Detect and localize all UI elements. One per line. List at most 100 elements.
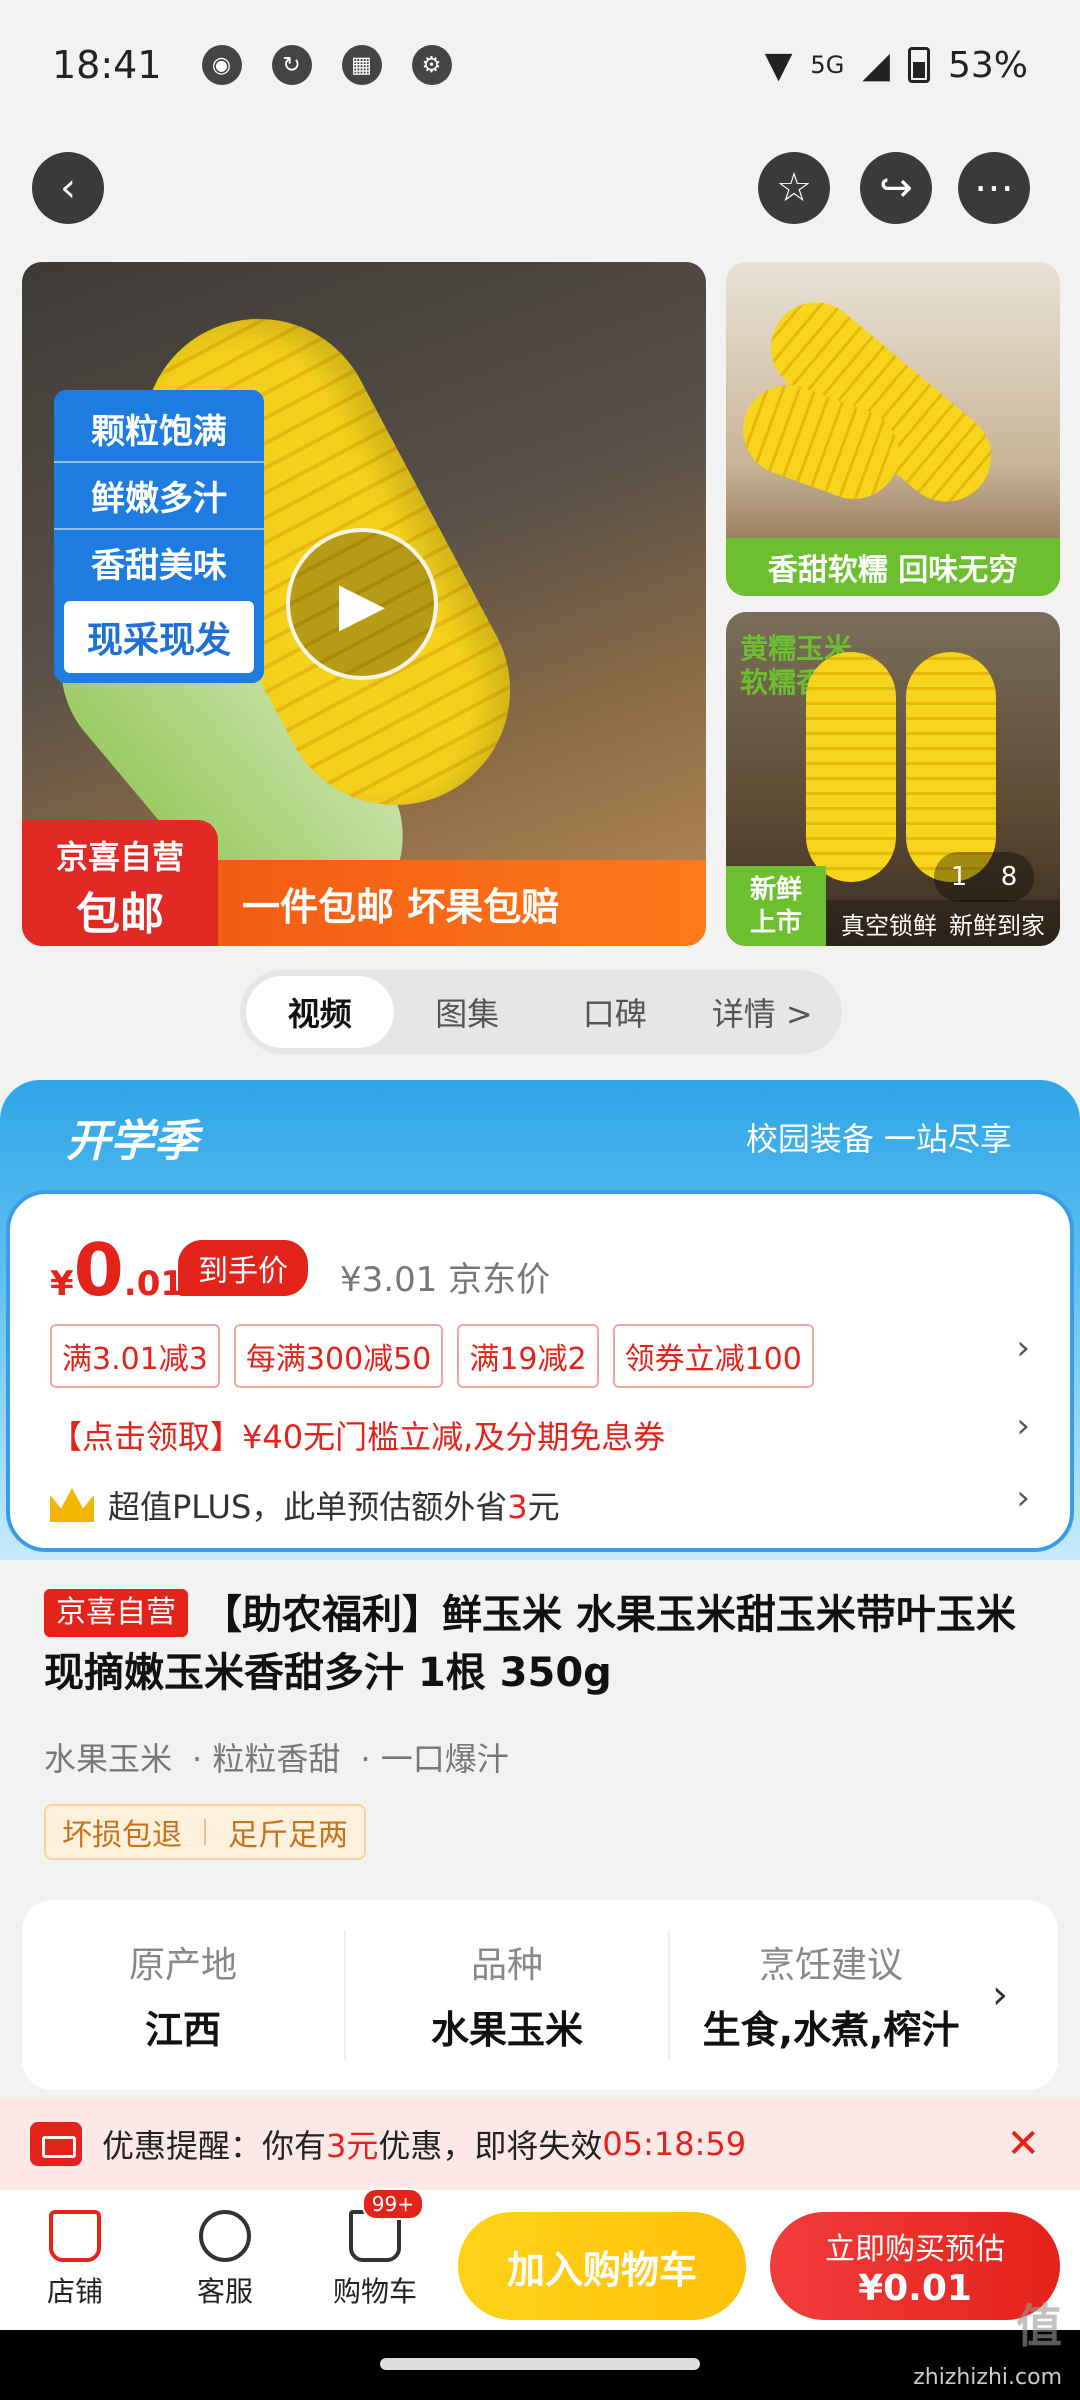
network-label: 5G [810, 51, 845, 79]
season-subtitle[interactable]: 校园装备 一站尽享 [746, 1114, 1012, 1160]
corn-graphic [806, 652, 896, 882]
chevron-right-icon[interactable]: › [1016, 1406, 1030, 1446]
price-decimal: .01 [123, 1264, 185, 1304]
promo-banner: 一件包邮 坏果包赔 [218, 860, 706, 946]
play-button[interactable]: ▶ [286, 528, 438, 680]
star-icon: ☆ [776, 165, 812, 211]
spec-value: 江西 [144, 2008, 221, 2053]
cart-button[interactable]: 99+ 购物车 [300, 2188, 450, 2310]
add-to-cart-button[interactable]: 加入购物车 [458, 2212, 746, 2320]
plus-amount: 3 [507, 1488, 528, 1526]
main-product-video[interactable]: 颗粒饱满 鲜嫩多汁 香甜美味 现采现发 ▶ 京喜自营 包邮 一件包邮 坏果包赔 [22, 262, 706, 946]
feature-item-text: 一口爆汁 [380, 1740, 509, 1778]
thumbnail-caption: 香甜软糯 回味无穷 [726, 538, 1060, 596]
currency-symbol: ¥ [50, 1264, 74, 1304]
watermark-logo: 值 [1016, 2299, 1062, 2353]
back-button[interactable]: ‹ [32, 152, 104, 224]
settings-icon: ⚙ [411, 45, 452, 85]
reminder-countdown: 05:18:59 [602, 2125, 747, 2163]
service-tag: 足斤足两 [228, 1818, 348, 1853]
corn-graphic [906, 652, 996, 882]
service-tags[interactable]: 坏损包退 足斤足两 [44, 1804, 366, 1860]
calendar-icon: ▦ [341, 45, 382, 85]
chevron-right-icon[interactable]: › [1016, 1328, 1030, 1368]
thumbnail-caption-text: 真空锁鲜 [841, 911, 937, 940]
discount-reminder[interactable]: 优惠提醒：你有 3元 优惠，即将失效 05:18:59 ✕ [0, 2098, 1080, 2190]
spec-value: 生食,水煮,榨汁 [702, 2008, 960, 2053]
spec-label: 烹饪建议 [758, 1944, 903, 1986]
customer-service-button[interactable]: 客服 [150, 2210, 300, 2310]
battery-icon [907, 47, 930, 83]
plus-text: 元 [527, 1488, 560, 1526]
more-button[interactable]: ⋯ [958, 152, 1030, 224]
spec-label: 品种 [470, 1944, 543, 1986]
tab-reviews[interactable]: 口碑 [541, 976, 689, 1048]
coupon-icon [30, 2122, 82, 2166]
feature-item: · 一口爆汁 [360, 1740, 509, 1778]
coupon-tag[interactable]: 满3.01减3 [50, 1324, 220, 1388]
thumbnail-caption-text: 新鲜到家 [949, 911, 1045, 940]
status-time: 18:41 [52, 43, 162, 87]
plus-savings-text: 超值PLUS，此单预估额外省3元 [108, 1482, 560, 1528]
close-icon[interactable]: ✕ [1006, 2121, 1040, 2167]
plus-savings-row[interactable]: 超值PLUS，此单预估额外省3元 [50, 1482, 560, 1528]
free-shipping-text: 包邮 [76, 889, 164, 940]
feature-tag: 鲜嫩多汁 [54, 463, 264, 530]
new-arrival-text: 上市 [749, 907, 802, 938]
coupon-row[interactable]: 满3.01减3 每满300减50 满19减2 领券立减100 [50, 1324, 814, 1388]
more-icon: ⋯ [974, 165, 1014, 211]
spec-value: 水果玉米 [430, 2008, 583, 2053]
wifi-icon: ▼ [764, 44, 793, 86]
self-operated-badge: 京喜自营 [44, 1589, 188, 1637]
status-bar: 18:41 ◉ ↻ ▦ ⚙ ▼ 5G ◢ 53% [0, 0, 1080, 130]
play-icon: ▶ [338, 569, 386, 639]
thumbnail-caption: 真空锁鲜 新鲜到家 [826, 900, 1060, 946]
tab-gallery[interactable]: 图集 [394, 976, 542, 1048]
favorite-button[interactable]: ☆ [758, 152, 830, 224]
price-integer: 0 [73, 1228, 124, 1312]
media-tabs: 视频 图集 口碑 详情 > [240, 970, 842, 1054]
phone-sync-icon: ↻ [271, 45, 312, 85]
chevron-right-icon[interactable]: › [1016, 1478, 1030, 1518]
new-arrival-text: 新鲜 [749, 875, 802, 905]
voucher-link[interactable]: 【点击领取】¥40无门槛立减,及分期免息券 [50, 1412, 665, 1458]
feature-highlight: 现采现发 [64, 601, 254, 673]
service-label: 客服 [196, 2275, 253, 2308]
season-title: 开学季 [66, 1116, 198, 1167]
battery-percent: 53% [947, 44, 1028, 86]
share-button[interactable]: ↪ [860, 152, 932, 224]
share-icon: ↪ [879, 165, 913, 211]
final-price: ¥ 0 .01 [50, 1228, 184, 1312]
new-arrival-badge: 新鲜 上市 [726, 866, 826, 946]
page-total: 8 [1000, 862, 1018, 892]
gallery-thumbnail-2[interactable]: 黄糯玉米 软糯香黏 新鲜 上市 真空锁鲜 新鲜到家 1 8 [726, 612, 1060, 946]
feature-tags: 颗粒饱满 鲜嫩多汁 香甜美味 现采现发 [54, 390, 264, 683]
home-indicator[interactable] [380, 2358, 700, 2370]
buy-now-label: 立即购买预估 [825, 2231, 1005, 2267]
reminder-text: 优惠提醒：你有 [102, 2127, 327, 2165]
feature-item: · 粒粒香甜 [192, 1740, 341, 1778]
gallery-thumbnail-1[interactable]: 香甜软糯 回味无穷 [726, 262, 1060, 596]
chat-icon [199, 2210, 251, 2262]
chevron-left-icon: ‹ [60, 165, 76, 211]
coupon-tag[interactable]: 领券立减100 [612, 1324, 814, 1388]
spec-cooking: 烹饪建议 生食,水煮,榨汁 [670, 1930, 992, 2060]
feature-tag: 香甜美味 [91, 546, 227, 586]
reference-price: ¥3.01 京东价 [340, 1260, 551, 1300]
bottom-action-bar: 店铺 客服 99+ 购物车 加入购物车 立即购买预估 ¥0.01 [0, 2188, 1080, 2330]
tab-details[interactable]: 详情 > [689, 976, 837, 1048]
product-title-block: 京喜自营 【助农福利】鲜玉米 水果玉米甜玉米带叶玉米现摘嫩玉米香甜多汁 1根 35… [44, 1586, 1044, 1702]
feature-item: 水果玉米 [44, 1740, 173, 1778]
chevron-right-icon[interactable]: › [992, 1972, 1008, 2018]
coupon-tag[interactable]: 每满300减50 [233, 1324, 444, 1388]
coupon-tag[interactable]: 满19减2 [457, 1324, 599, 1388]
product-features: 水果玉米 · 粒粒香甜 · 一口爆汁 [44, 1734, 509, 1780]
tab-video[interactable]: 视频 [246, 976, 394, 1048]
self-operated-text: 京喜自营 [55, 838, 184, 876]
cart-label: 购物车 [332, 2275, 417, 2308]
crown-icon [50, 1488, 94, 1522]
store-button[interactable]: 店铺 [0, 2210, 150, 2310]
wechat-icon: ◉ [201, 45, 242, 85]
spec-card[interactable]: 原产地 江西 品种 水果玉米 烹饪建议 生食,水煮,榨汁 › [22, 1900, 1058, 2090]
cart-count-badge: 99+ [361, 2188, 424, 2220]
